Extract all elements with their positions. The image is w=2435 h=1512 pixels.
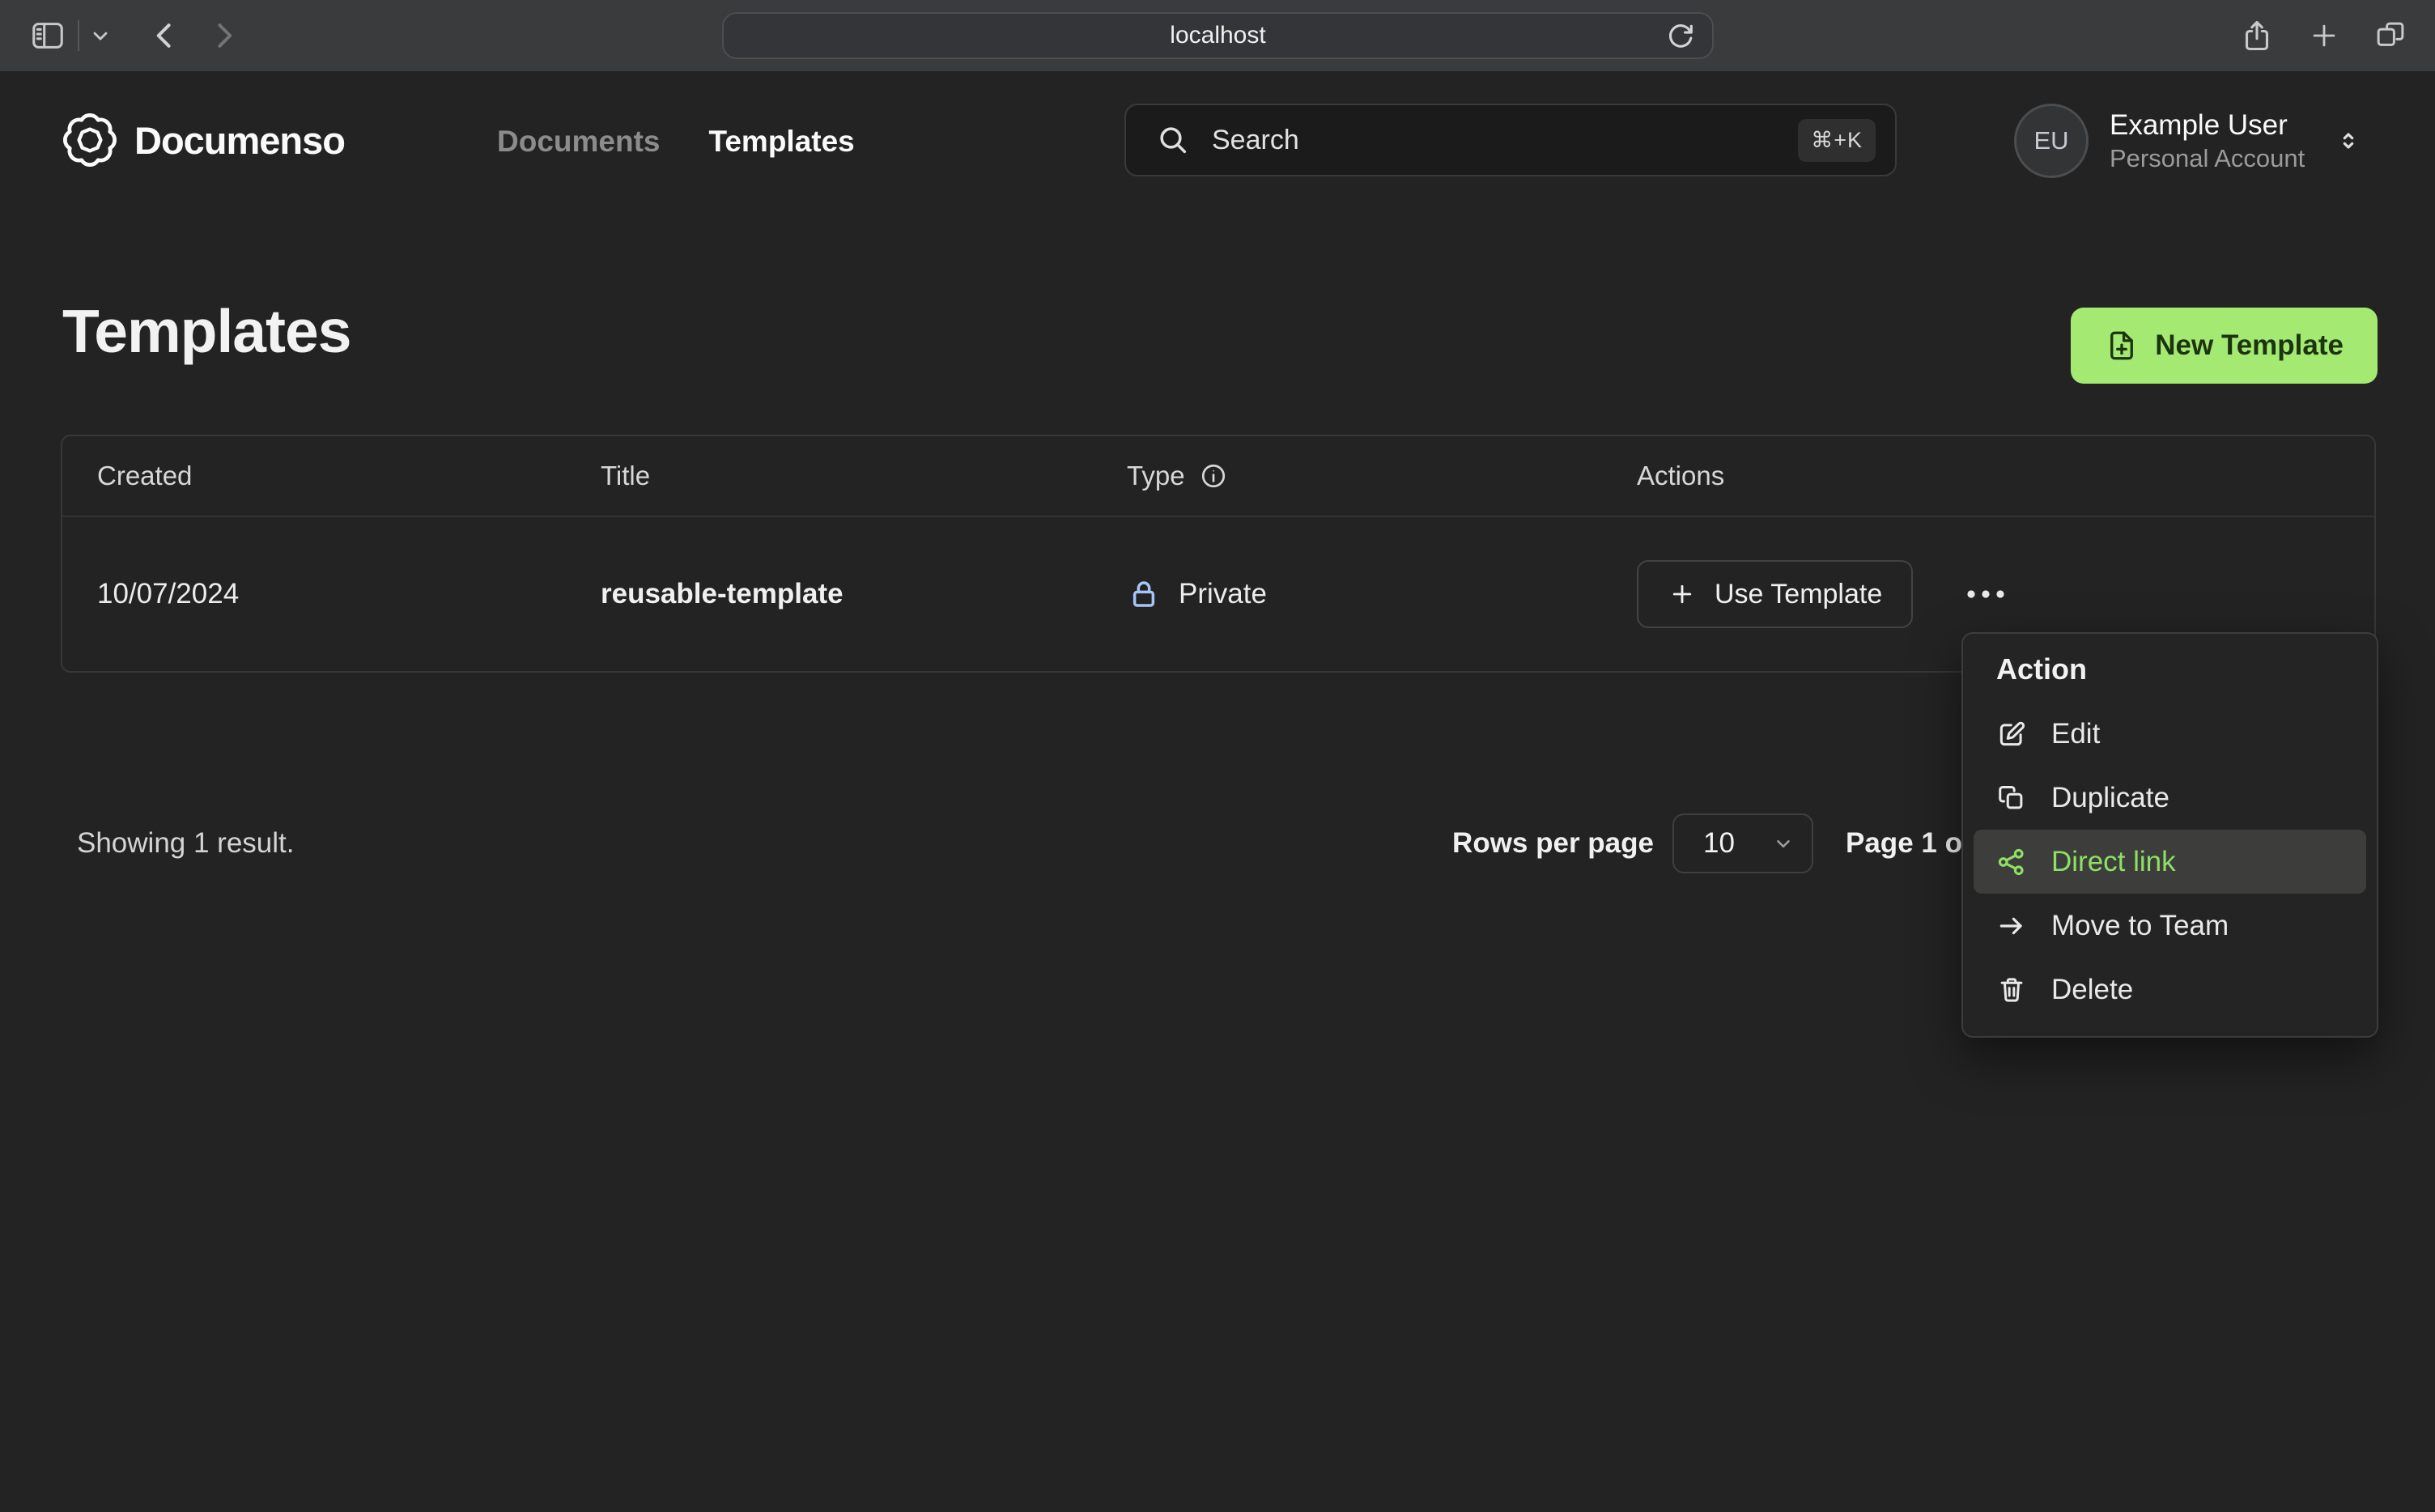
file-plus-icon xyxy=(2105,329,2139,363)
menu-item-move-to-team[interactable]: Move to Team xyxy=(1974,894,2366,958)
main-nav: Documents Templates xyxy=(497,125,855,159)
user-name: Example User xyxy=(2110,109,2288,141)
menu-item-delete[interactable]: Delete xyxy=(1974,958,2366,1021)
address-text: localhost xyxy=(1170,22,1266,49)
page-title: Templates xyxy=(62,297,351,365)
menu-item-label: Direct link xyxy=(2051,845,2176,877)
row-actions-dropdown: Action Edit Duplicate Direct link Move t… xyxy=(1961,632,2378,1038)
sidebar-toggle-icon[interactable] xyxy=(29,17,66,54)
trash-icon xyxy=(1996,975,2027,1005)
browser-chrome: localhost xyxy=(0,0,2435,71)
account-switcher[interactable]: EU Example User Personal Account xyxy=(2014,104,2361,178)
nav-item-documents[interactable]: Documents xyxy=(497,125,660,159)
menu-item-direct-link[interactable]: Direct link xyxy=(1974,830,2366,894)
documenso-logo-icon xyxy=(63,113,117,167)
menu-item-edit[interactable]: Edit xyxy=(1974,702,2366,766)
cell-created: 10/07/2024 xyxy=(97,578,240,609)
menu-item-label: Edit xyxy=(2051,717,2101,750)
new-template-button[interactable]: New Template xyxy=(2071,308,2378,384)
plus-icon xyxy=(1668,580,1697,609)
rows-per-page-label: Rows per page xyxy=(1452,827,1654,859)
search-input[interactable]: Search ⌘+K xyxy=(1124,104,1897,176)
chevron-down-icon[interactable] xyxy=(89,24,112,47)
app-window: Documenso Documents Templates Search ⌘+K… xyxy=(0,71,2435,1512)
menu-item-duplicate[interactable]: Duplicate xyxy=(1974,766,2366,830)
row-actions-menu-button[interactable] xyxy=(1958,581,2013,607)
results-summary: Showing 1 result. xyxy=(77,827,295,859)
column-header-type: Type xyxy=(1127,461,1185,491)
cell-title[interactable]: reusable-template xyxy=(601,578,1127,610)
column-header-actions: Actions xyxy=(1637,461,1725,491)
table-header-row: Created Title Type Actions xyxy=(62,436,2374,517)
brand-logo[interactable]: Documenso xyxy=(63,113,346,167)
reload-icon[interactable] xyxy=(1664,20,1698,54)
ellipsis-icon xyxy=(1966,589,2005,599)
search-shortcut-badge: ⌘+K xyxy=(1798,118,1876,162)
back-icon[interactable] xyxy=(147,18,183,53)
share-nodes-icon xyxy=(1996,847,2027,877)
search-icon xyxy=(1157,124,1189,156)
info-icon[interactable] xyxy=(1200,462,1227,490)
address-bar[interactable]: localhost xyxy=(722,12,1714,59)
brand-name: Documenso xyxy=(134,118,346,162)
forward-icon[interactable] xyxy=(206,18,241,53)
type-badge: Private xyxy=(1179,578,1267,609)
use-template-button[interactable]: Use Template xyxy=(1637,560,1914,628)
column-header-created: Created xyxy=(97,461,193,491)
account-type: Personal Account xyxy=(2110,144,2305,172)
search-placeholder: Search xyxy=(1212,124,1299,155)
rows-per-page-select[interactable]: 10 xyxy=(1672,813,1813,873)
column-header-title: Title xyxy=(601,461,651,491)
nav-item-templates[interactable]: Templates xyxy=(708,125,854,159)
chevron-down-icon xyxy=(1773,833,1794,854)
menu-item-label: Duplicate xyxy=(2051,781,2169,813)
edit-icon xyxy=(1996,719,2027,750)
new-tab-icon[interactable] xyxy=(2309,20,2339,51)
new-template-label: New Template xyxy=(2155,329,2344,361)
dropdown-title: Action xyxy=(1996,652,2087,686)
use-template-label: Use Template xyxy=(1715,578,1883,609)
arrow-right-icon xyxy=(1996,911,2027,941)
duplicate-icon xyxy=(1996,783,2027,813)
avatar: EU xyxy=(2014,104,2089,178)
share-icon[interactable] xyxy=(2239,18,2275,53)
divider xyxy=(78,20,79,51)
chevrons-up-down-icon xyxy=(2335,128,2361,154)
rows-per-page-value: 10 xyxy=(1703,827,1735,859)
menu-item-label: Delete xyxy=(2051,973,2134,1005)
tab-overview-icon[interactable] xyxy=(2373,19,2407,53)
lock-icon xyxy=(1127,577,1161,611)
menu-item-label: Move to Team xyxy=(2051,909,2229,941)
